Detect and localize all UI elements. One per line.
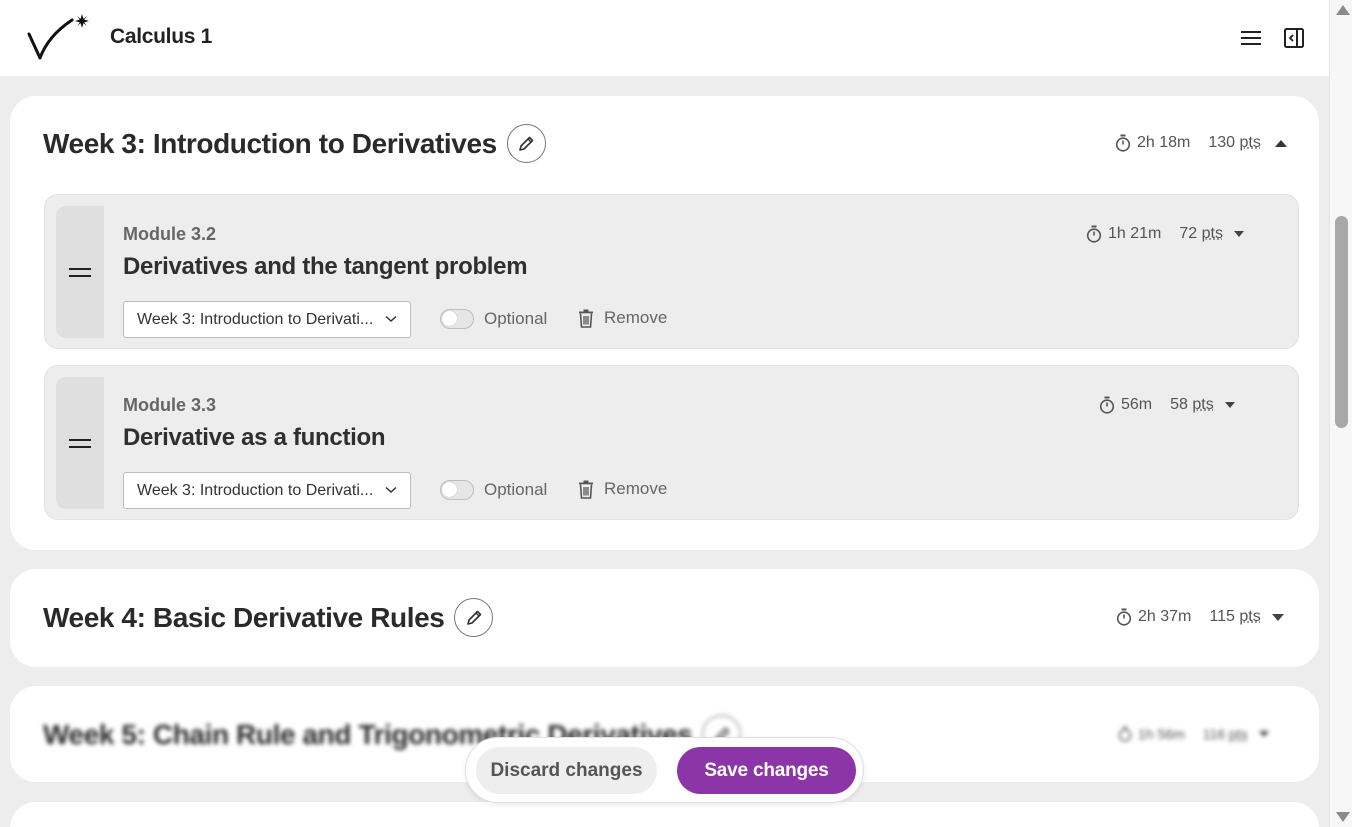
pencil-icon (467, 610, 482, 625)
module-card: Module 3.2 Derivatives and the tangent p… (44, 194, 1299, 349)
module-time: 1h 21m (1108, 225, 1162, 242)
timer-icon (1099, 396, 1115, 414)
module-card: Module 3.3 Derivative as a function 56m … (44, 365, 1299, 520)
week-card-peek (10, 802, 1319, 827)
remove-label: Remove (604, 479, 668, 498)
module-points: 72 pts (1179, 225, 1223, 242)
week-header: Week 4: Basic Derivative Rules (43, 598, 494, 637)
expand-week-caret-icon[interactable] (1271, 613, 1284, 621)
trash-icon (579, 480, 593, 499)
expand-week-caret-icon[interactable] (1258, 731, 1269, 737)
chevron-down-icon (385, 315, 397, 323)
week-meta: 2h 18m 130 pts (1115, 134, 1287, 152)
collapse-panel-icon (1284, 28, 1304, 48)
drag-handle[interactable] (56, 377, 104, 509)
week-time: 1h 56m (1138, 726, 1185, 742)
optional-toggle[interactable] (440, 309, 474, 329)
logo-icon (27, 14, 89, 60)
vertical-scrollbar[interactable] (1329, 0, 1352, 827)
timer-icon (1118, 726, 1132, 742)
module-title: Derivative as a function (123, 424, 386, 451)
week-points: 115 pts (1209, 608, 1261, 625)
trash-icon (579, 309, 593, 328)
timer-icon (1086, 225, 1102, 243)
edit-week-button[interactable] (506, 124, 546, 163)
menu-button[interactable] (1239, 26, 1263, 50)
week-time: 2h 37m (1138, 608, 1192, 625)
optional-toggle[interactable] (440, 480, 474, 500)
module-number: Module 3.2 (123, 224, 217, 244)
module-points: 58 pts (1170, 396, 1214, 413)
toggle-panel-button[interactable] (1282, 26, 1306, 50)
expand-module-caret-icon[interactable] (1233, 231, 1244, 237)
save-changes-button[interactable]: Save changes (677, 747, 856, 794)
remove-label: Remove (604, 308, 668, 327)
week-select[interactable]: Week 3: Introduction to Derivati... (123, 472, 411, 509)
module-number: Module 3.3 (123, 395, 217, 415)
week-select-value: Week 3: Introduction to Derivati... (137, 310, 374, 328)
week-title: Week 3: Introduction to Derivatives (43, 127, 497, 159)
week-select[interactable]: Week 3: Introduction to Derivati... (123, 301, 411, 338)
scroll-down-arrow-icon[interactable] (1336, 812, 1350, 822)
chevron-down-icon (385, 486, 397, 494)
week-select-value: Week 3: Introduction to Derivati... (137, 481, 374, 499)
timer-icon (1115, 134, 1131, 152)
drag-handle[interactable] (56, 206, 104, 338)
optional-label: Optional (484, 309, 548, 328)
hamburger-menu-icon (1241, 31, 1261, 45)
optional-toggle-row: Optional (440, 309, 547, 329)
remove-module-button[interactable]: Remove (578, 479, 667, 499)
optional-label: Optional (484, 480, 548, 499)
week-card: Week 4: Basic Derivative Rules 2h 37m 11… (10, 569, 1319, 667)
module-meta: 1h 21m 72 pts (1086, 225, 1244, 243)
remove-module-button[interactable]: Remove (578, 308, 667, 328)
week-points: 116 pts (1202, 726, 1248, 742)
collapse-week-caret-icon[interactable] (1274, 139, 1287, 147)
pencil-icon (519, 136, 534, 151)
module-time: 56m (1121, 396, 1153, 413)
discard-changes-button[interactable]: Discard changes (476, 747, 657, 794)
module-title: Derivatives and the tangent problem (123, 253, 528, 280)
top-header: Calculus 1 (0, 0, 1329, 76)
timer-icon (1116, 608, 1132, 626)
week-card: Week 3: Introduction to Derivatives 2h 1… (10, 96, 1319, 550)
week-time: 2h 18m (1137, 134, 1191, 151)
expand-module-caret-icon[interactable] (1224, 402, 1235, 408)
edit-week-button[interactable] (454, 598, 494, 637)
scroll-up-arrow-icon[interactable] (1336, 5, 1350, 15)
week-header: Week 3: Introduction to Derivatives (43, 124, 546, 163)
week-title: Week 4: Basic Derivative Rules (43, 601, 445, 633)
unsaved-changes-bar: Discard changes Save changes (465, 737, 864, 803)
week-points: 130 pts (1208, 134, 1261, 151)
optional-toggle-row: Optional (440, 480, 547, 500)
toggle-knob (442, 311, 457, 326)
course-title: Calculus 1 (110, 25, 213, 48)
module-meta: 56m 58 pts (1099, 396, 1235, 414)
drag-handle-icon (69, 267, 91, 277)
scrollbar-thumb[interactable] (1335, 216, 1348, 428)
drag-handle-icon (69, 438, 91, 448)
toggle-knob (442, 482, 457, 497)
week-meta: 1h 56m 116 pts (1118, 726, 1269, 742)
app-root: Calculus 1 Week 3: Introduction to Deriv… (0, 0, 1352, 827)
week-meta: 2h 37m 115 pts (1116, 608, 1284, 626)
